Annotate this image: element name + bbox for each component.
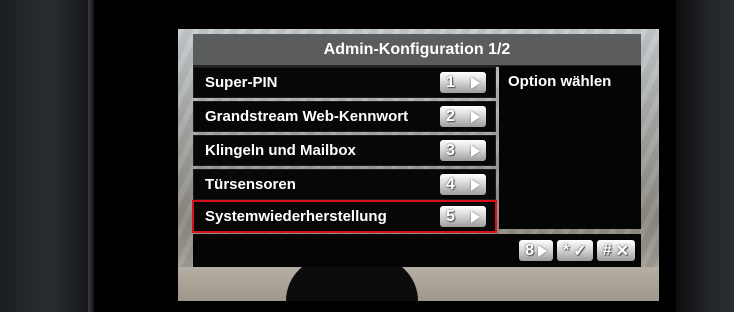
- menu-item-door-sensors[interactable]: Türsensoren 4: [193, 169, 496, 200]
- checkmark-icon: ✓: [573, 242, 587, 260]
- menu-item-system-restore[interactable]: Systemwiederherstellung 5: [192, 200, 497, 233]
- device-bezel-left: [0, 0, 92, 312]
- softkey-group: 8 * ✓ # ✕: [519, 240, 635, 261]
- menu-item-label: Türsensoren: [205, 176, 296, 193]
- play-arrow-icon: [471, 144, 480, 157]
- display-screen: Admin-Konfiguration 1/2 Super-PIN 1 Gran…: [178, 29, 659, 301]
- device-bezel-right: [676, 0, 734, 312]
- confirm-button[interactable]: * ✓: [557, 240, 593, 261]
- hint-panel: Option wählen: [499, 66, 641, 229]
- play-arrow-icon: [538, 244, 548, 257]
- cancel-button[interactable]: # ✕: [596, 240, 635, 261]
- key-3-button[interactable]: 3: [440, 140, 486, 161]
- menu-item-web-password[interactable]: Grandstream Web-Kennwort 2: [193, 101, 496, 132]
- key-5-button[interactable]: 5: [440, 206, 486, 227]
- menu-item-ring-mailbox[interactable]: Klingeln und Mailbox 3: [193, 135, 496, 166]
- key-4-button[interactable]: 4: [440, 174, 486, 195]
- key-2-button[interactable]: 2: [440, 106, 486, 127]
- page-title: Admin-Konfiguration 1/2: [193, 34, 641, 67]
- menu-item-label: Grandstream Web-Kennwort: [205, 108, 409, 125]
- next-page-button[interactable]: 8: [519, 240, 554, 261]
- play-arrow-icon: [471, 76, 480, 89]
- play-arrow-icon: [471, 178, 480, 191]
- hint-text: Option wählen: [508, 73, 612, 90]
- play-arrow-icon: [471, 210, 480, 223]
- camera-background: [178, 267, 659, 301]
- play-arrow-icon: [471, 110, 480, 123]
- softkey-bar: 8 * ✓ # ✕: [193, 234, 641, 267]
- close-icon: ✕: [615, 242, 629, 260]
- menu-item-label: Klingeln und Mailbox: [205, 142, 356, 159]
- menu-item-label: Super-PIN: [205, 74, 278, 91]
- menu-item-label: Systemwiederherstellung: [205, 208, 387, 225]
- menu-item-super-pin[interactable]: Super-PIN 1: [193, 67, 496, 98]
- key-1-button[interactable]: 1: [440, 72, 486, 93]
